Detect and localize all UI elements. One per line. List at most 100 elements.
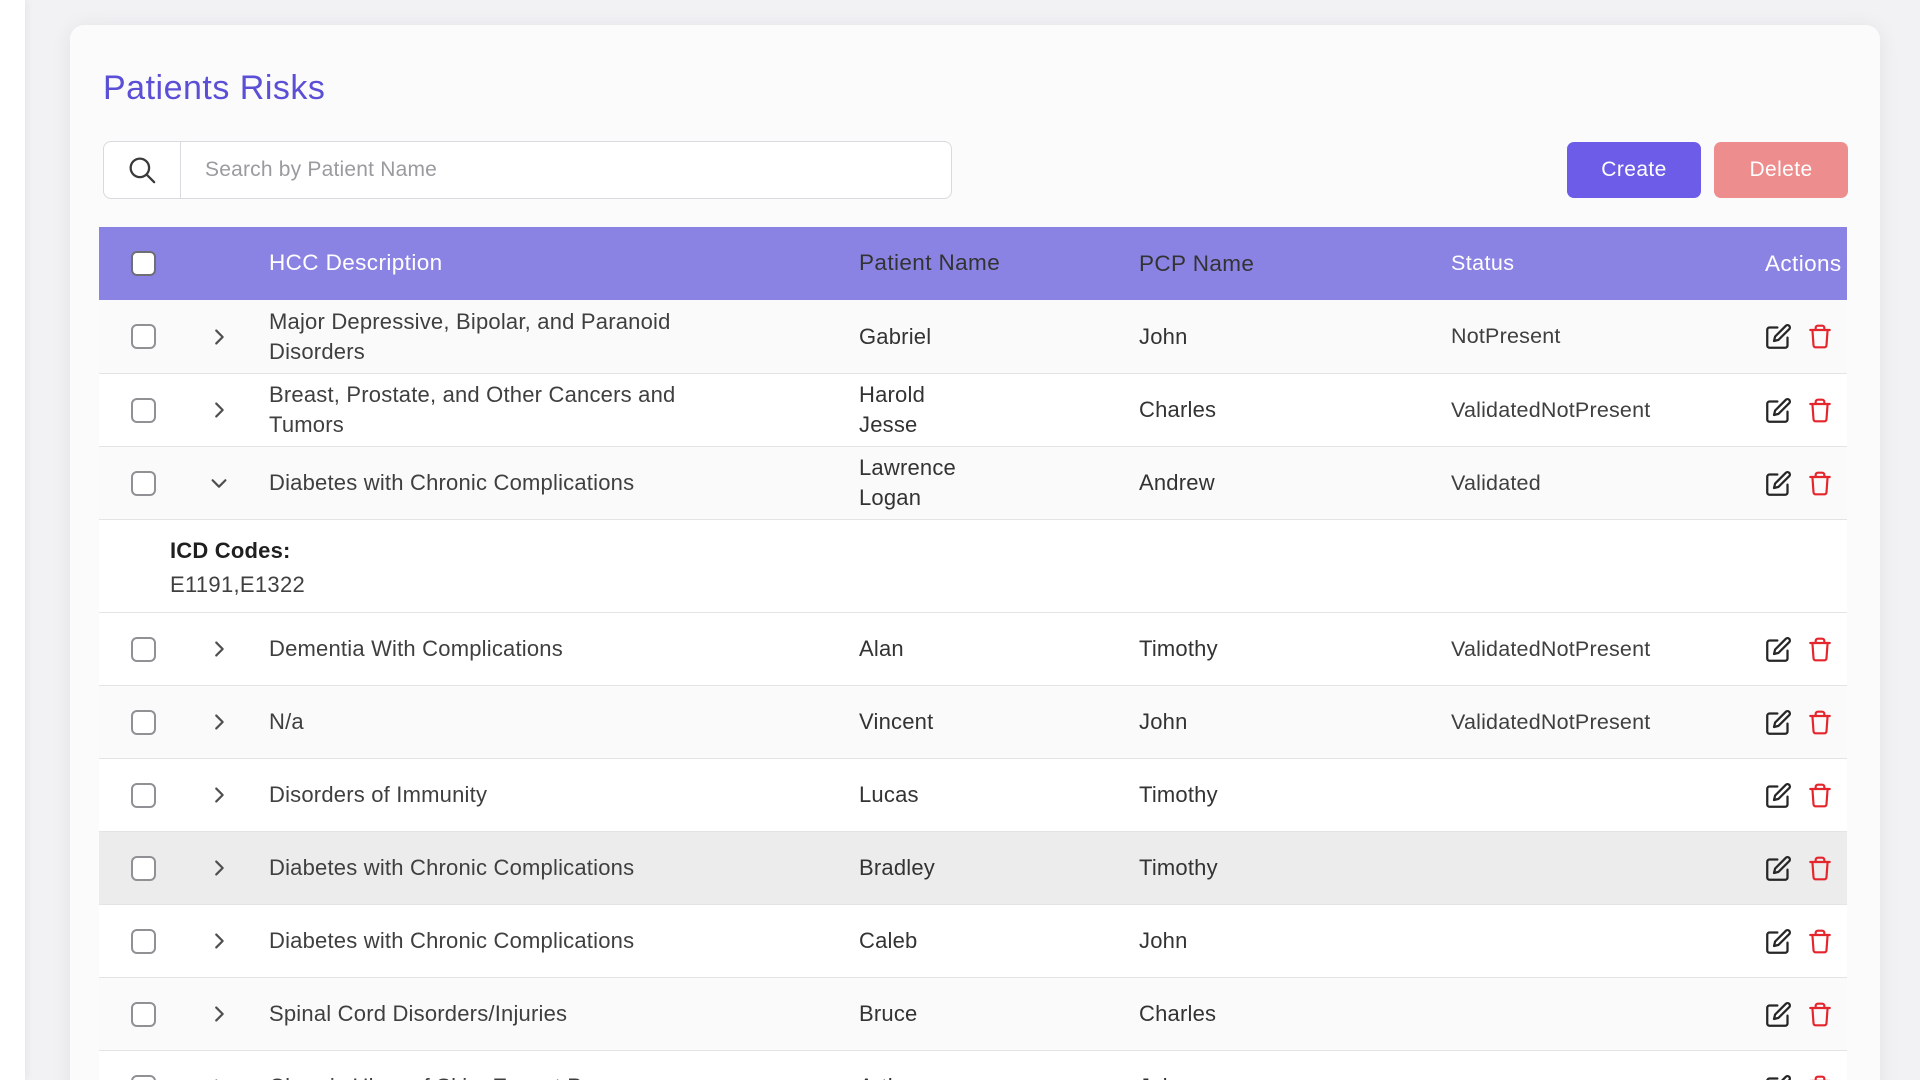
trash-icon[interactable] [1807,636,1833,663]
create-button[interactable]: Create [1567,142,1701,198]
edit-icon[interactable] [1765,782,1792,809]
pcp-name: John [1139,709,1451,735]
pcp-name: Andrew [1139,470,1451,496]
table-row[interactable]: Diabetes with Chronic Complications Lawr… [99,446,1847,519]
trash-icon[interactable] [1807,855,1833,882]
page-title: Patients Risks [103,69,1848,108]
action-buttons: Create Delete [1567,142,1848,198]
edit-icon[interactable] [1765,636,1792,663]
column-header-pcp: PCP Name [1139,251,1451,277]
edit-icon[interactable] [1765,928,1792,955]
chevron-right-icon[interactable] [208,1076,230,1080]
edit-icon[interactable] [1765,323,1792,350]
trash-icon[interactable] [1807,323,1833,350]
row-checkbox[interactable] [131,710,156,735]
patient-name: Gabriel [859,322,1139,352]
patient-name: Bruce [859,999,1139,1029]
chevron-right-icon[interactable] [208,711,230,733]
trash-icon[interactable] [1807,470,1833,497]
column-header-hcc: HCC Description [269,248,859,278]
icd-codes-label: ICD Codes: [170,538,1847,564]
table-body: Major Depressive, Bipolar, and Paranoid … [99,300,1847,1080]
patient-name: Bradley [859,853,1139,883]
pcp-name: John [1139,1074,1451,1080]
hcc-description: Major Depressive, Bipolar, and Paranoid … [269,307,709,366]
pcp-name: Timothy [1139,855,1451,881]
row-checkbox[interactable] [131,929,156,954]
patient-name: Arthur [859,1072,1139,1080]
table-row[interactable]: N/a Vincent John ValidatedNotPresent [99,685,1847,758]
patient-name: Harold Jesse [859,380,1139,439]
hcc-description: Chronic Ulcer of Skin, Except Pressure [269,1072,657,1080]
icd-codes-value: E1191,E1322 [170,572,1847,598]
search-box[interactable] [103,141,952,199]
table-header-row: HCC Description Patient Name PCP Name St… [99,227,1847,300]
column-header-actions: Actions [1765,251,1847,277]
chevron-right-icon[interactable] [208,857,230,879]
edit-icon[interactable] [1765,709,1792,736]
pcp-name: Charles [1139,1001,1451,1027]
table-row[interactable]: Major Depressive, Bipolar, and Paranoid … [99,300,1847,373]
patient-name: Lucas [859,780,1139,810]
hcc-description: Diabetes with Chronic Complications [269,853,634,883]
edit-icon[interactable] [1765,855,1792,882]
table-row[interactable]: Breast, Prostate, and Other Cancers and … [99,373,1847,446]
chevron-right-icon[interactable] [208,326,230,348]
row-checkbox[interactable] [131,324,156,349]
controls-bar: Create Delete [103,141,1848,199]
chevron-right-icon[interactable] [208,930,230,952]
patient-name: Vincent [859,707,1139,737]
edit-icon[interactable] [1765,470,1792,497]
row-checkbox[interactable] [131,398,156,423]
chevron-right-icon[interactable] [208,399,230,421]
trash-icon[interactable] [1807,1001,1833,1028]
trash-icon[interactable] [1807,397,1833,424]
hcc-description: Dementia With Complications [269,634,563,664]
pcp-name: Charles [1139,397,1451,423]
delete-button[interactable]: Delete [1714,142,1848,198]
status-text: NotPresent [1451,324,1765,349]
row-checkbox[interactable] [131,637,156,662]
trash-icon[interactable] [1807,1074,1833,1080]
edit-icon[interactable] [1765,397,1792,424]
trash-icon[interactable] [1807,928,1833,955]
edit-icon[interactable] [1765,1074,1792,1080]
table-row[interactable]: Diabetes with Chronic Complications Brad… [99,831,1847,904]
column-header-status: Status [1451,251,1765,276]
pcp-name: Timothy [1139,782,1451,808]
status-text: ValidatedNotPresent [1451,710,1765,735]
trash-icon[interactable] [1807,709,1833,736]
search-input[interactable] [181,142,951,198]
chevron-right-icon[interactable] [208,638,230,660]
search-icon [104,142,181,198]
chevron-down-icon[interactable] [208,472,230,494]
hcc-description: Spinal Cord Disorders/Injuries [269,999,567,1029]
hcc-description: Diabetes with Chronic Complications [269,468,634,498]
table-row[interactable]: Dementia With Complications Alan Timothy… [99,612,1847,685]
table-row[interactable]: Spinal Cord Disorders/Injuries Bruce Cha… [99,977,1847,1050]
row-checkbox[interactable] [131,856,156,881]
hcc-description: Diabetes with Chronic Complications [269,926,634,956]
table-row[interactable]: Diabetes with Chronic Complications Cale… [99,904,1847,977]
row-checkbox[interactable] [131,1002,156,1027]
table-row[interactable]: Chronic Ulcer of Skin, Except Pressure A… [99,1050,1847,1080]
trash-icon[interactable] [1807,782,1833,809]
hcc-description: N/a [269,707,304,737]
pcp-name: John [1139,928,1451,954]
pcp-name: John [1139,324,1451,350]
row-checkbox[interactable] [131,471,156,496]
row-checkbox[interactable] [131,1075,156,1080]
table-row[interactable]: Disorders of Immunity Lucas Timothy [99,758,1847,831]
hcc-description: Disorders of Immunity [269,780,487,810]
patients-risks-card: Patients Risks Create Delete HCC Descrip… [70,25,1880,1080]
chevron-right-icon[interactable] [208,1003,230,1025]
edit-icon[interactable] [1765,1001,1792,1028]
select-all-checkbox[interactable] [131,251,156,276]
patient-name: Alan [859,634,1139,664]
row-checkbox[interactable] [131,783,156,808]
status-text: ValidatedNotPresent [1451,637,1765,662]
patients-risks-table: HCC Description Patient Name PCP Name St… [99,227,1847,1080]
collapsed-sidebar-strip [0,0,25,1080]
patient-name: Lawrence Logan [859,453,1139,512]
chevron-right-icon[interactable] [208,784,230,806]
